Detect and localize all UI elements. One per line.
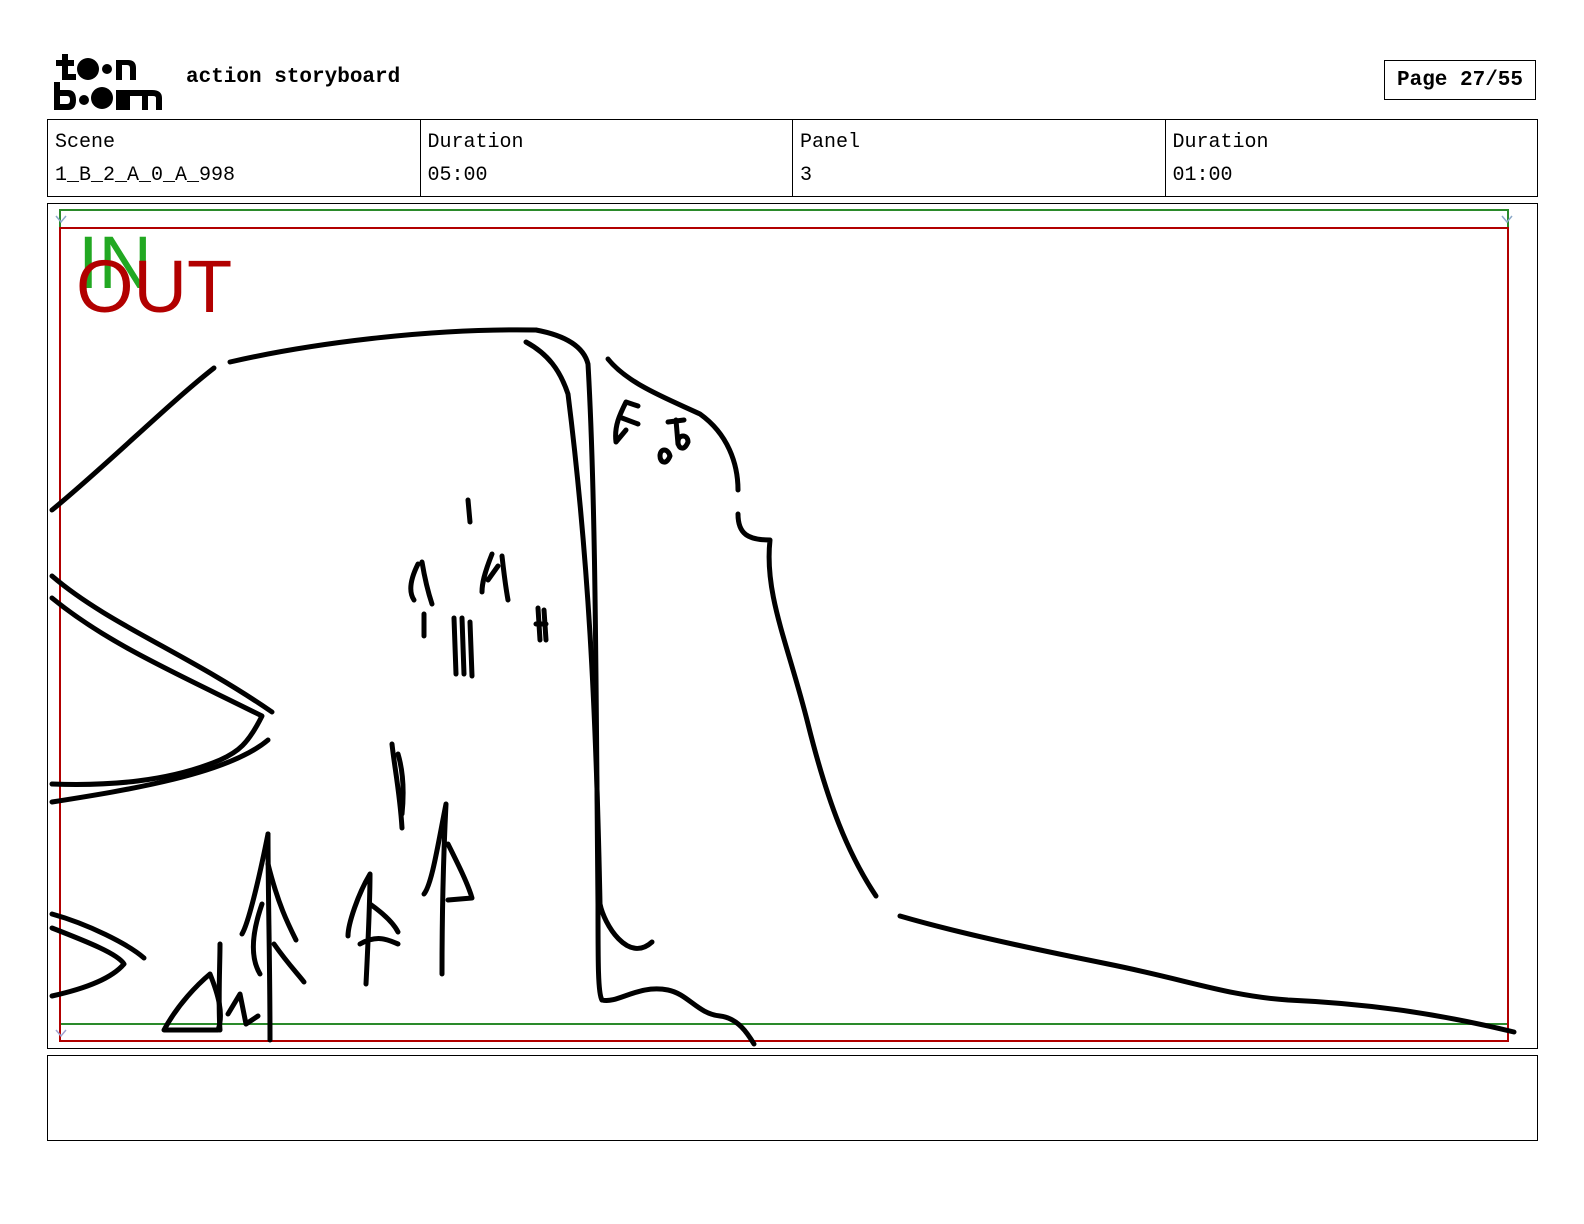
panel-duration-label: Duration	[1172, 131, 1269, 154]
panel-cell: Panel 3	[793, 120, 1166, 196]
storyboard-panel[interactable]: IN OUT	[47, 203, 1538, 1049]
scene-label: Scene	[55, 131, 116, 154]
out-marker-label: OUT	[76, 245, 233, 328]
panel-value: 3	[800, 164, 813, 187]
sketch-lines	[49, 327, 1517, 1047]
panel-duration-cell: Duration 01:00	[1166, 120, 1538, 196]
scene-cell: Scene 1_B_2_A_0_A_998	[48, 120, 421, 196]
panel-label: Panel	[800, 131, 861, 154]
page-indicator: Page 27/55	[1384, 60, 1536, 100]
scene-value: 1_B_2_A_0_A_998	[55, 164, 236, 187]
panel-notes[interactable]	[47, 1055, 1538, 1141]
panel-sketch	[49, 209, 1517, 1047]
panel-duration-value: 01:00	[1172, 164, 1233, 187]
scene-duration-value: 05:00	[427, 164, 488, 187]
toon-boom-logo	[54, 54, 162, 110]
scene-duration-label: Duration	[427, 131, 524, 154]
storyboard-title: action storyboard	[186, 66, 401, 89]
scene-info-table: Scene 1_B_2_A_0_A_998 Duration 05:00 Pan…	[47, 119, 1538, 197]
scene-duration-cell: Duration 05:00	[421, 120, 793, 196]
